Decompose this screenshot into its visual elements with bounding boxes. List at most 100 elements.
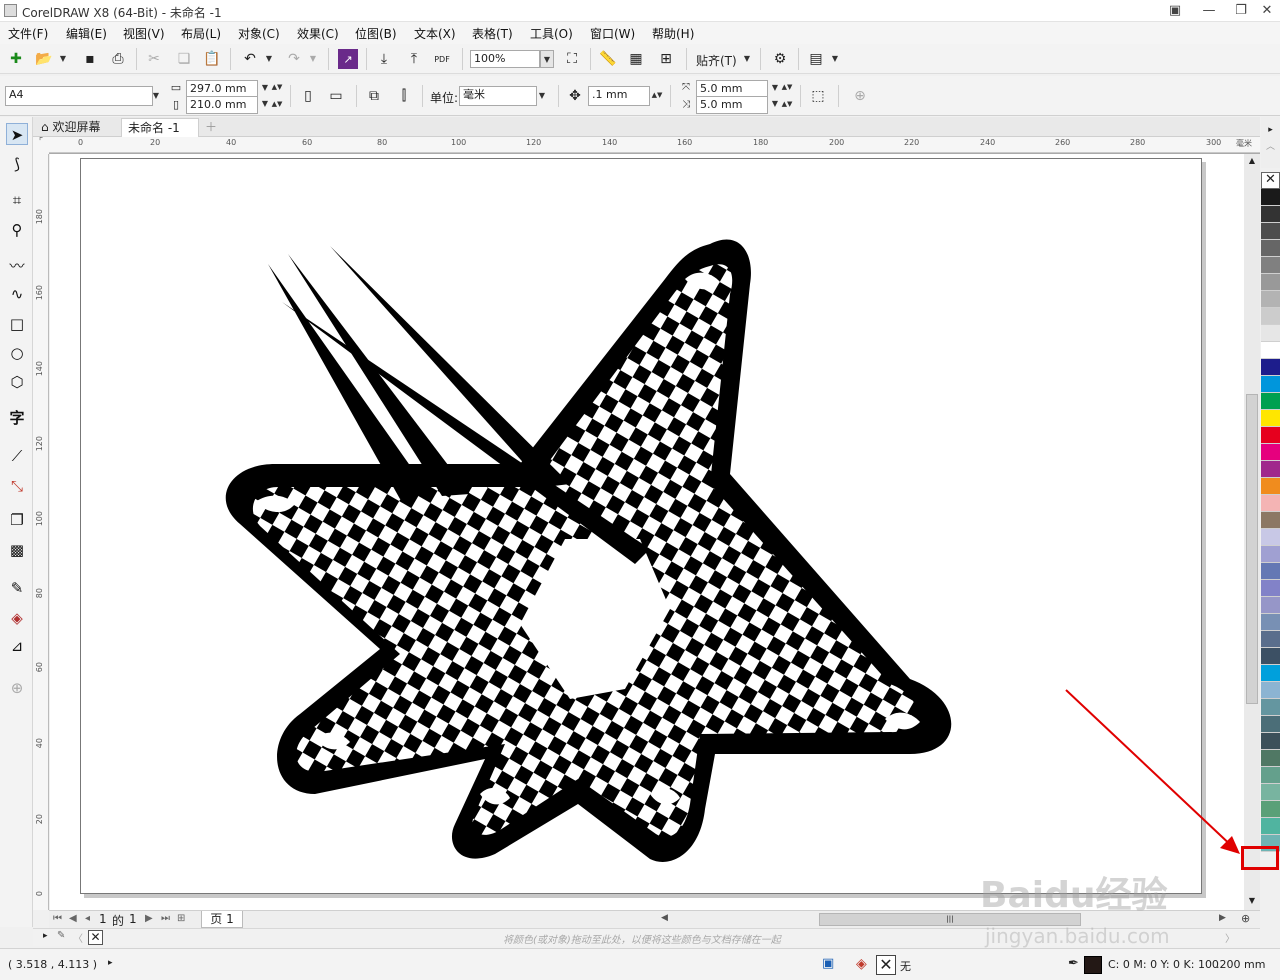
redo-dropdown-icon[interactable]: ▼ xyxy=(306,50,320,68)
next-page-icon[interactable]: ▶ xyxy=(145,913,153,924)
color-swatch[interactable] xyxy=(1261,648,1280,665)
color-swatch[interactable] xyxy=(1261,189,1280,206)
menu-layout[interactable]: 布局(L) xyxy=(181,25,221,42)
color-swatch[interactable] xyxy=(1261,529,1280,546)
eyedropper-icon[interactable]: ✎ xyxy=(6,577,28,599)
cut-icon[interactable]: ✂ xyxy=(144,49,164,69)
color-swatch[interactable] xyxy=(1261,546,1280,563)
color-swatch[interactable] xyxy=(1261,597,1280,614)
doc-palette-eyedropper-icon[interactable]: ✎ xyxy=(57,930,65,941)
doc-palette-scroll-left-icon[interactable]: 〈 xyxy=(73,930,83,945)
copy-icon[interactable]: ❏ xyxy=(174,49,194,69)
ellipse-tool-icon[interactable]: ○ xyxy=(6,342,28,364)
all-pages-icon[interactable]: ⧉ xyxy=(364,86,384,106)
dup-x-spin-icon[interactable]: ▲▼ xyxy=(780,79,794,95)
menu-object[interactable]: 对象(C) xyxy=(238,25,280,42)
color-swatch[interactable] xyxy=(1261,461,1280,478)
snap-to-button[interactable]: 贴齐(T) xyxy=(696,52,737,69)
drop-shadow-icon[interactable]: ❐ xyxy=(6,509,28,531)
color-swatch[interactable] xyxy=(1261,223,1280,240)
color-swatch[interactable] xyxy=(1261,767,1280,784)
menu-view[interactable]: 视图(V) xyxy=(123,25,165,42)
doc-no-color-swatch[interactable]: ✕ xyxy=(88,930,103,945)
units-select[interactable]: 毫米 xyxy=(459,86,537,106)
color-swatch[interactable] xyxy=(1261,716,1280,733)
menu-table[interactable]: 表格(T) xyxy=(472,25,513,42)
color-swatch[interactable] xyxy=(1261,784,1280,801)
color-swatch[interactable] xyxy=(1261,376,1280,393)
color-swatch[interactable] xyxy=(1261,427,1280,444)
pick-tool-icon[interactable]: ➤ xyxy=(6,123,28,145)
color-swatch[interactable] xyxy=(1261,291,1280,308)
duplicate-y-field[interactable]: 5.0 mm xyxy=(696,96,768,114)
scroll-up-icon[interactable]: ▲ xyxy=(1246,156,1258,165)
text-tool-icon[interactable]: 字 xyxy=(6,407,28,429)
add-tool-icon[interactable]: ⊕ xyxy=(6,677,28,699)
tab-page-1[interactable]: 页 1 xyxy=(201,911,243,928)
freehand-tool-icon[interactable]: 〰 xyxy=(6,255,28,277)
open-dropdown-icon[interactable]: ▼ xyxy=(56,50,70,68)
export-icon[interactable]: ⤒ xyxy=(404,49,424,69)
color-swatch[interactable] xyxy=(1261,750,1280,767)
color-swatch[interactable] xyxy=(1261,512,1280,529)
rectangle-tool-icon[interactable]: □ xyxy=(6,313,28,335)
outline-color-swatch[interactable] xyxy=(1084,956,1102,974)
menu-file[interactable]: 文件(F) xyxy=(8,25,48,42)
portrait-icon[interactable]: ▯ xyxy=(298,86,318,106)
scroll-left-icon[interactable]: ◀ xyxy=(661,913,668,923)
full-screen-icon[interactable]: ⛶ xyxy=(562,49,582,69)
color-swatch[interactable] xyxy=(1261,682,1280,699)
tab-welcome[interactable]: ⌂ 欢迎屏幕 xyxy=(35,118,106,137)
restore-button[interactable]: ❐ xyxy=(1230,2,1252,20)
palette-scroll-up-icon[interactable]: ︿ xyxy=(1261,139,1280,152)
fill-none-swatch[interactable]: ✕ xyxy=(876,955,896,975)
zoom-dropdown-icon[interactable]: ▼ xyxy=(540,50,554,68)
menu-edit[interactable]: 编辑(E) xyxy=(66,25,107,42)
color-swatch[interactable] xyxy=(1261,393,1280,410)
color-swatch[interactable] xyxy=(1261,410,1280,427)
interactive-fill-icon[interactable]: ◈ xyxy=(6,607,28,629)
menu-bitmaps[interactable]: 位图(B) xyxy=(355,25,397,42)
ruler-origin-icon[interactable]: ⌜ xyxy=(33,137,49,154)
zoom-level-field[interactable]: 100% xyxy=(470,50,540,68)
menu-text[interactable]: 文本(X) xyxy=(414,25,456,42)
color-proof-icon[interactable]: ▣ xyxy=(822,956,834,971)
color-swatch[interactable] xyxy=(1261,631,1280,648)
drawing-canvas[interactable] xyxy=(50,154,1244,910)
dup-y-spin-icon[interactable]: ▲▼ xyxy=(780,96,794,112)
color-swatch[interactable] xyxy=(1261,308,1280,325)
parallel-dimension-icon[interactable]: ⟋ xyxy=(6,445,28,467)
menu-tools[interactable]: 工具(O) xyxy=(530,25,573,42)
last-page-icon[interactable]: ⏭ xyxy=(161,913,170,924)
page-size-dropdown-icon[interactable]: ▼ xyxy=(149,87,163,105)
redo-icon[interactable]: ↷ xyxy=(284,49,304,69)
star-drawing[interactable] xyxy=(50,154,1244,910)
quick-customize-icon[interactable]: ⊕ xyxy=(850,86,870,106)
prev-page-small-icon[interactable]: ◂ xyxy=(85,913,90,924)
palette-flyout-icon[interactable]: ▸ xyxy=(1261,125,1280,135)
undo-dropdown-icon[interactable]: ▼ xyxy=(262,50,276,68)
polygon-tool-icon[interactable]: ⬡ xyxy=(6,371,28,393)
color-swatch[interactable] xyxy=(1261,444,1280,461)
outline-pen-icon[interactable]: ✒ xyxy=(1068,956,1079,971)
status-expand-icon[interactable]: ▸ xyxy=(108,958,113,968)
doc-palette-scroll-right-icon[interactable]: 〉 xyxy=(1225,930,1235,945)
connector-tool-icon[interactable]: ⤡ xyxy=(6,475,28,497)
color-swatch[interactable] xyxy=(1261,240,1280,257)
menu-window[interactable]: 窗口(W) xyxy=(590,25,635,42)
color-swatch[interactable] xyxy=(1261,325,1280,342)
add-page-icon[interactable]: ⊞ xyxy=(177,913,185,924)
shape-tool-icon[interactable]: ⟆ xyxy=(6,153,28,175)
application-launcher-icon[interactable]: ▤ xyxy=(806,49,826,69)
account-icon[interactable]: ▣ xyxy=(1164,2,1186,20)
fill-bucket-icon[interactable]: ◈ xyxy=(856,956,867,972)
color-swatch[interactable] xyxy=(1261,274,1280,291)
height-spin-icon[interactable]: ▲▼ xyxy=(270,96,284,112)
color-swatch[interactable] xyxy=(1261,733,1280,750)
page-height-field[interactable]: 210.0 mm xyxy=(186,96,258,114)
options-gear-icon[interactable]: ⚙ xyxy=(770,49,790,69)
tab-document[interactable]: 未命名 -1 xyxy=(121,118,199,137)
color-swatch[interactable] xyxy=(1261,563,1280,580)
nudge-distance-field[interactable]: .1 mm xyxy=(588,86,650,106)
search-content-icon[interactable]: ↗ xyxy=(338,49,358,69)
